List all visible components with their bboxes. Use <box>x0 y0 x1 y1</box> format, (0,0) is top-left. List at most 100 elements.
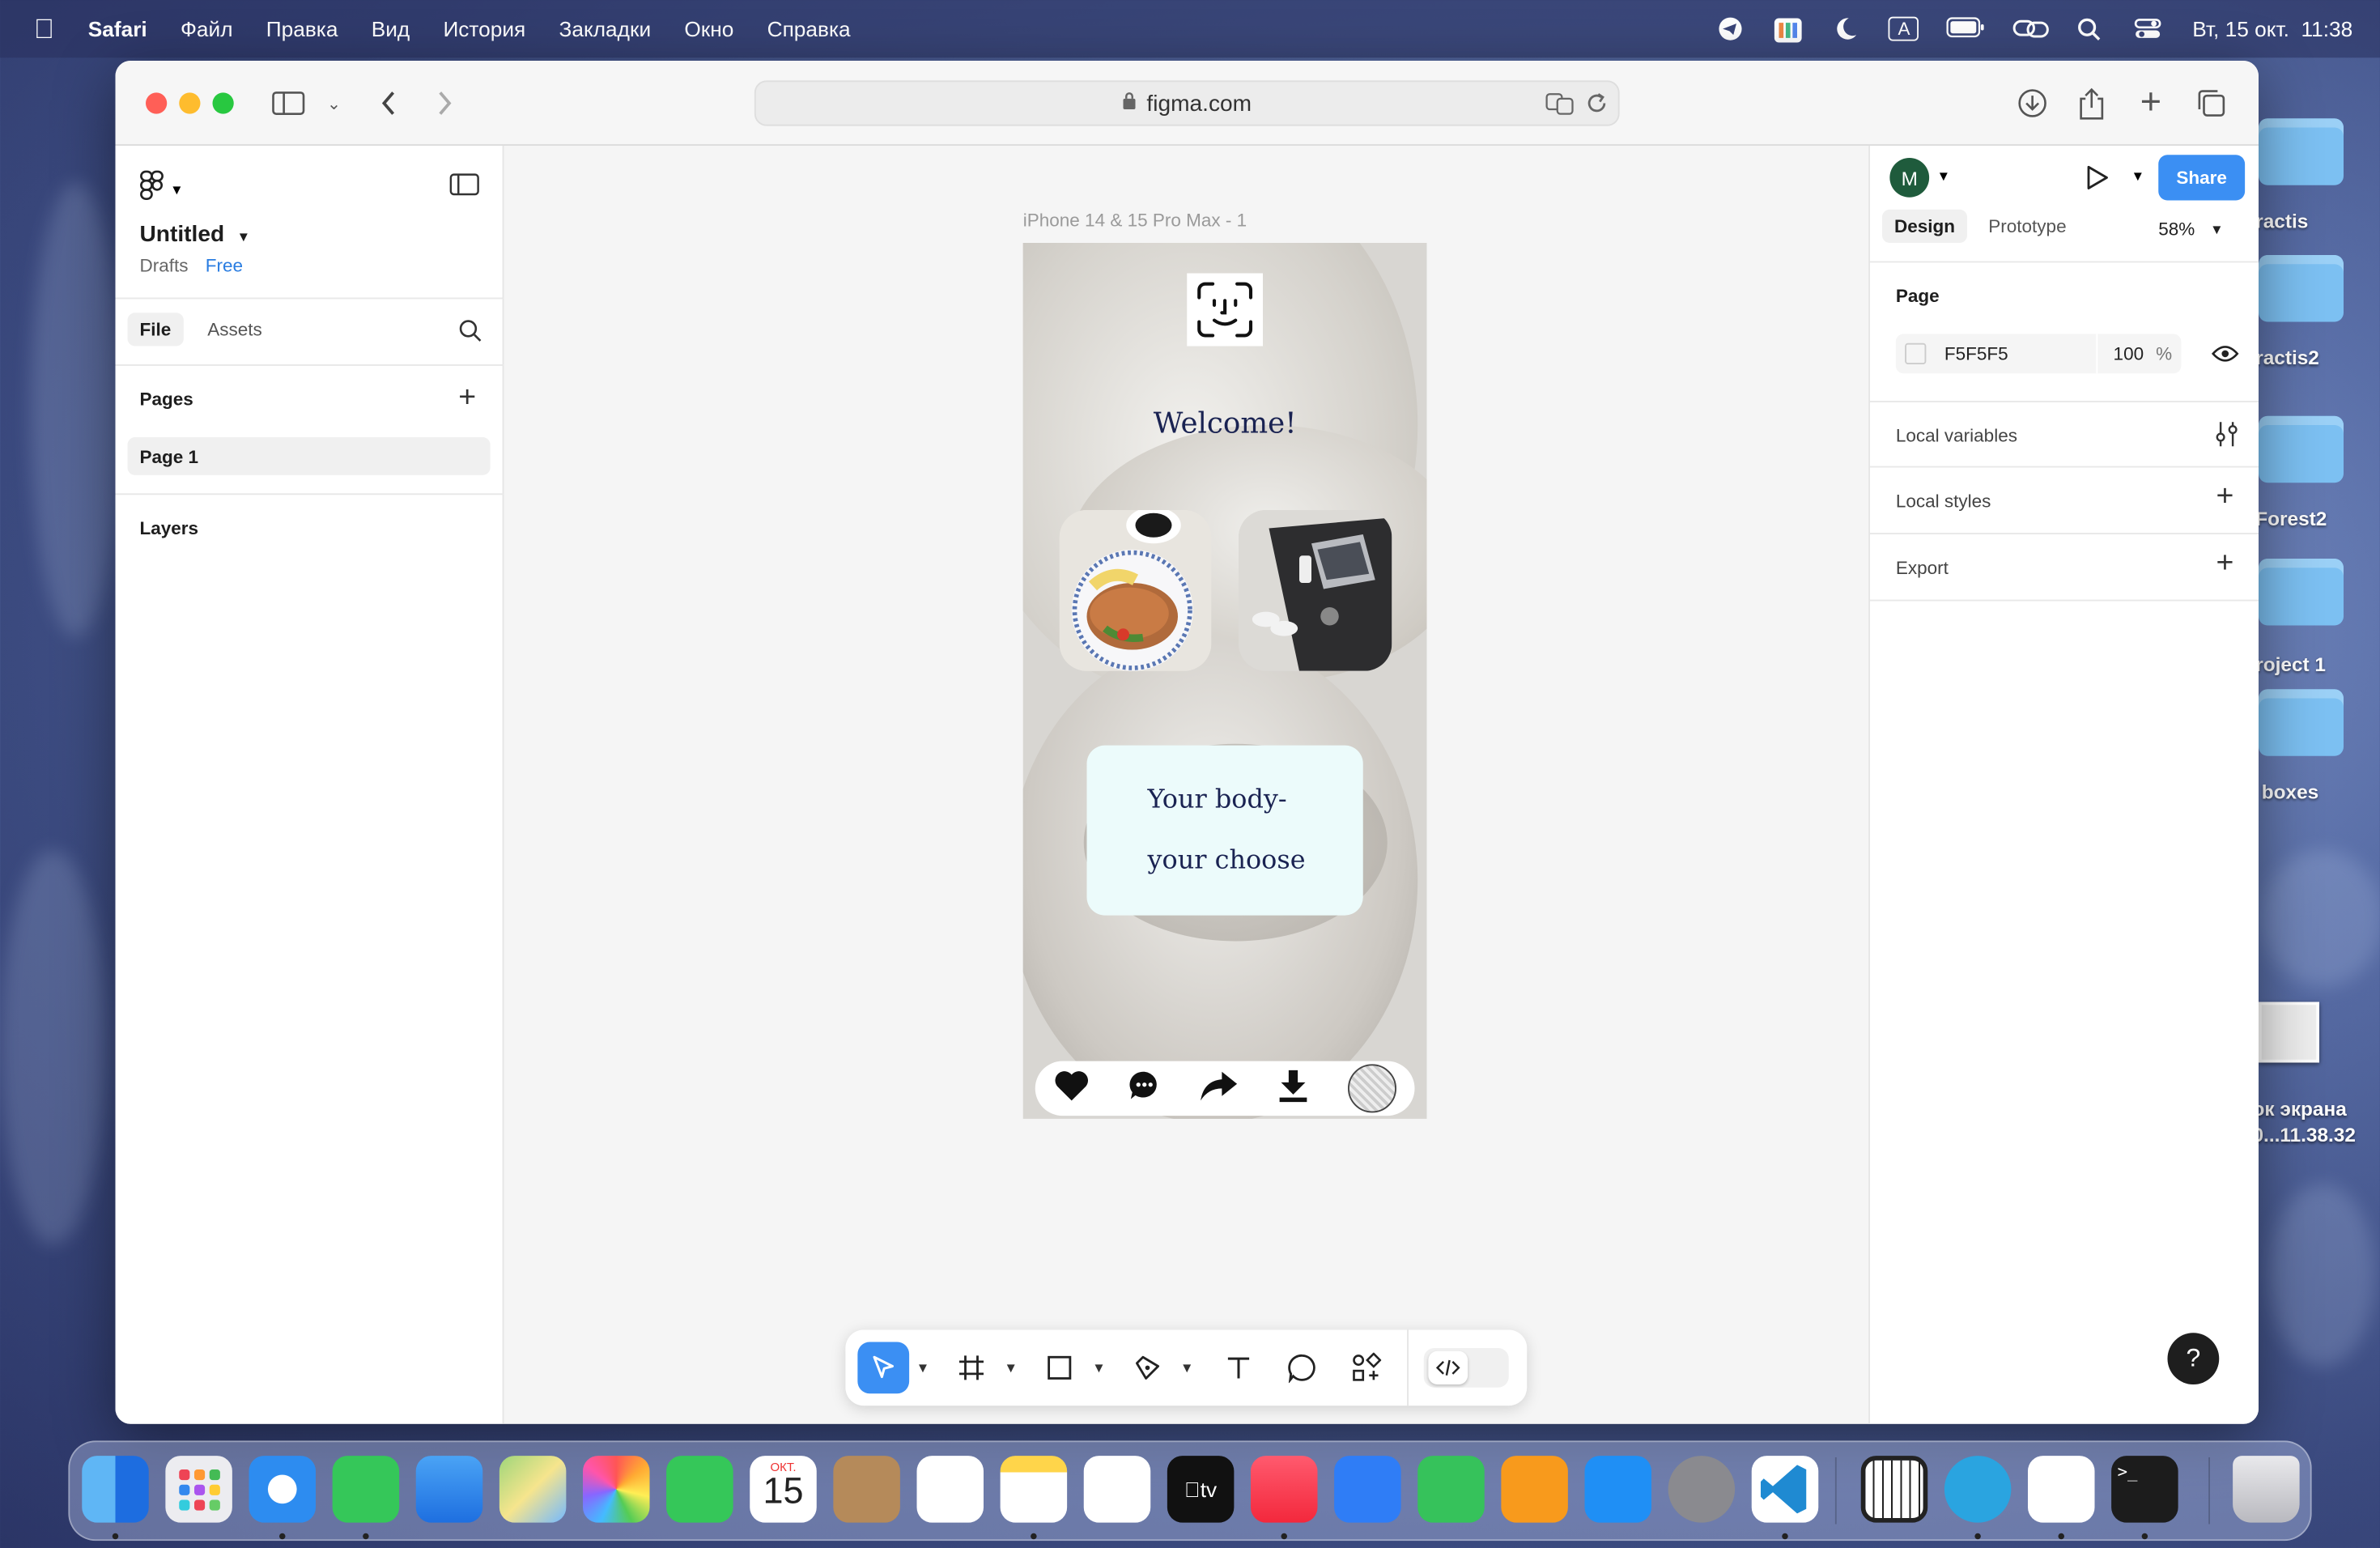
tab-design[interactable]: Design <box>1882 209 1968 243</box>
export-label[interactable]: Export <box>1896 557 1949 578</box>
menu-view[interactable]: Вид <box>372 17 410 41</box>
menu-file[interactable]: Файл <box>181 17 233 41</box>
new-tab-icon[interactable]: + <box>2132 82 2169 123</box>
finder-icon[interactable] <box>82 1456 149 1523</box>
add-page-button[interactable]: + <box>458 381 476 416</box>
pages-icon[interactable] <box>1501 1456 1568 1523</box>
file-name-menu[interactable]: Untitled ▼ <box>140 222 251 248</box>
eye-icon[interactable] <box>2211 343 2239 372</box>
local-styles-label[interactable]: Local styles <box>1896 491 1991 512</box>
menu-app-name[interactable]: Safari <box>88 17 147 41</box>
download-icon[interactable] <box>1276 1068 1309 1109</box>
local-variables-label[interactable]: Local variables <box>1896 425 2017 446</box>
piano-icon[interactable] <box>1860 1456 1928 1523</box>
dev-mode-toggle[interactable] <box>1423 1348 1509 1388</box>
back-icon[interactable] <box>371 85 407 121</box>
figma-main-menu[interactable]: ▼ <box>140 170 184 208</box>
frame-tool-icon[interactable] <box>946 1342 997 1394</box>
page-fill-field[interactable]: F5F5F5 100 % <box>1895 334 2182 374</box>
workspace-photo[interactable] <box>1239 510 1392 671</box>
system-settings-icon[interactable] <box>1668 1456 1736 1523</box>
page-list-item[interactable]: Page 1 <box>127 437 491 475</box>
screenshot-thumbnail-icon[interactable] <box>2259 1002 2319 1063</box>
desktop-item-label[interactable]: ractis <box>2255 210 2377 232</box>
share-arrow-icon[interactable] <box>1199 1068 1239 1109</box>
move-tool-icon[interactable] <box>857 1342 910 1394</box>
chat-icon[interactable] <box>1128 1068 1161 1109</box>
toolbox-status-icon[interactable] <box>1774 17 1804 43</box>
comment-tool-icon[interactable] <box>1277 1342 1328 1394</box>
freeform-icon[interactable] <box>1083 1456 1151 1523</box>
menu-bookmarks[interactable]: Закладки <box>559 17 651 41</box>
profile-avatar[interactable] <box>1347 1064 1396 1113</box>
maps-icon[interactable] <box>499 1456 567 1523</box>
menu-help[interactable]: Справка <box>767 17 851 41</box>
contacts-icon[interactable] <box>833 1456 900 1523</box>
rectangle-tool-icon[interactable] <box>1034 1342 1086 1394</box>
close-window-button[interactable] <box>146 92 168 114</box>
food-photo[interactable] <box>1059 510 1212 671</box>
control-center-icon[interactable] <box>2135 17 2165 41</box>
tv-icon[interactable]: tv <box>1167 1456 1235 1523</box>
plan-badge[interactable]: Free <box>206 255 243 276</box>
chevron-down-icon[interactable]: ▼ <box>1173 1360 1201 1376</box>
desktop-folder-icon[interactable] <box>2259 559 2344 626</box>
color-swatch[interactable] <box>1905 342 1927 364</box>
toolbox-icon[interactable] <box>2028 1456 2095 1523</box>
chevron-down-icon[interactable]: ▼ <box>1937 168 1951 184</box>
terminal-icon[interactable]: >_ <box>2111 1456 2178 1523</box>
tab-assets[interactable]: Assets <box>195 313 274 346</box>
numbers-icon[interactable] <box>1417 1456 1485 1523</box>
welcome-heading[interactable]: Welcome! <box>1023 407 1427 440</box>
desktop-folder-icon[interactable] <box>2259 689 2344 756</box>
sidebar-icon[interactable] <box>270 85 307 121</box>
share-button[interactable]: Share <box>2158 155 2246 201</box>
reminders-icon[interactable] <box>916 1456 984 1523</box>
tabs-overview-icon[interactable] <box>2193 85 2229 121</box>
menu-window[interactable]: Окно <box>684 17 733 41</box>
share-icon[interactable] <box>2073 85 2110 121</box>
tab-prototype[interactable]: Prototype <box>1976 210 2078 243</box>
translate-icon[interactable] <box>1545 91 1576 122</box>
tab-file[interactable]: File <box>127 313 184 347</box>
music-icon[interactable] <box>1251 1456 1318 1523</box>
cta-card[interactable]: Your body- your choose <box>1086 745 1363 916</box>
safari-icon[interactable] <box>249 1456 316 1523</box>
forward-icon[interactable] <box>427 85 463 121</box>
link-icon[interactable] <box>2013 17 2050 41</box>
page-opacity-value[interactable]: 100 <box>2114 343 2144 364</box>
chevron-down-icon[interactable]: ▼ <box>1086 1360 1113 1376</box>
spotlight-search-icon[interactable] <box>2077 17 2108 41</box>
heart-icon[interactable] <box>1054 1068 1090 1109</box>
input-source-indicator[interactable]: A <box>1889 16 1919 41</box>
desktop-item-label[interactable]: Forest2 <box>2255 507 2377 529</box>
page-color-value[interactable]: F5F5F5 <box>1944 343 2008 364</box>
notes-icon[interactable] <box>1000 1456 1068 1523</box>
moon-icon[interactable] <box>1831 17 1862 41</box>
chevron-down-icon[interactable]: ▼ <box>909 1360 937 1376</box>
zoom-window-button[interactable] <box>212 92 234 114</box>
mail-icon[interactable] <box>415 1456 483 1523</box>
figma-canvas[interactable]: iPhone 14 & 15 Pro Max - 1 Welcome! Your… <box>504 146 1870 1424</box>
chevron-down-icon[interactable]: ▼ <box>997 1360 1025 1376</box>
file-location[interactable]: Drafts <box>140 255 189 276</box>
desktop-folder-icon[interactable] <box>2259 118 2344 185</box>
minimize-window-button[interactable] <box>179 92 201 114</box>
present-play-icon[interactable] <box>2085 164 2110 199</box>
desktop-item-label[interactable]: boxes <box>2262 780 2380 803</box>
keynote-icon[interactable] <box>1334 1456 1401 1523</box>
add-style-button[interactable]: + <box>2216 480 2234 515</box>
address-bar[interactable]: figma.com <box>754 80 1620 126</box>
telegram-icon[interactable] <box>1944 1456 2012 1523</box>
desktop-item-label[interactable]: ractis2 <box>2255 347 2377 369</box>
desktop-folder-icon[interactable] <box>2259 415 2344 483</box>
launchpad-icon[interactable] <box>165 1456 232 1523</box>
facetime-icon[interactable] <box>666 1456 733 1523</box>
vscode-icon[interactable] <box>1751 1456 1819 1523</box>
apple-menu-icon[interactable]:  <box>0 13 88 45</box>
desktop-item-label[interactable]: ок экрана 0...11.38.32 <box>2253 1096 2374 1148</box>
chevron-down-icon[interactable]: ⌄ <box>316 85 352 121</box>
desktop-item-label[interactable]: roject 1 <box>2255 653 2377 675</box>
menu-edit[interactable]: Правка <box>266 17 338 41</box>
zoom-menu[interactable]: 58% ▼ <box>2158 219 2224 240</box>
